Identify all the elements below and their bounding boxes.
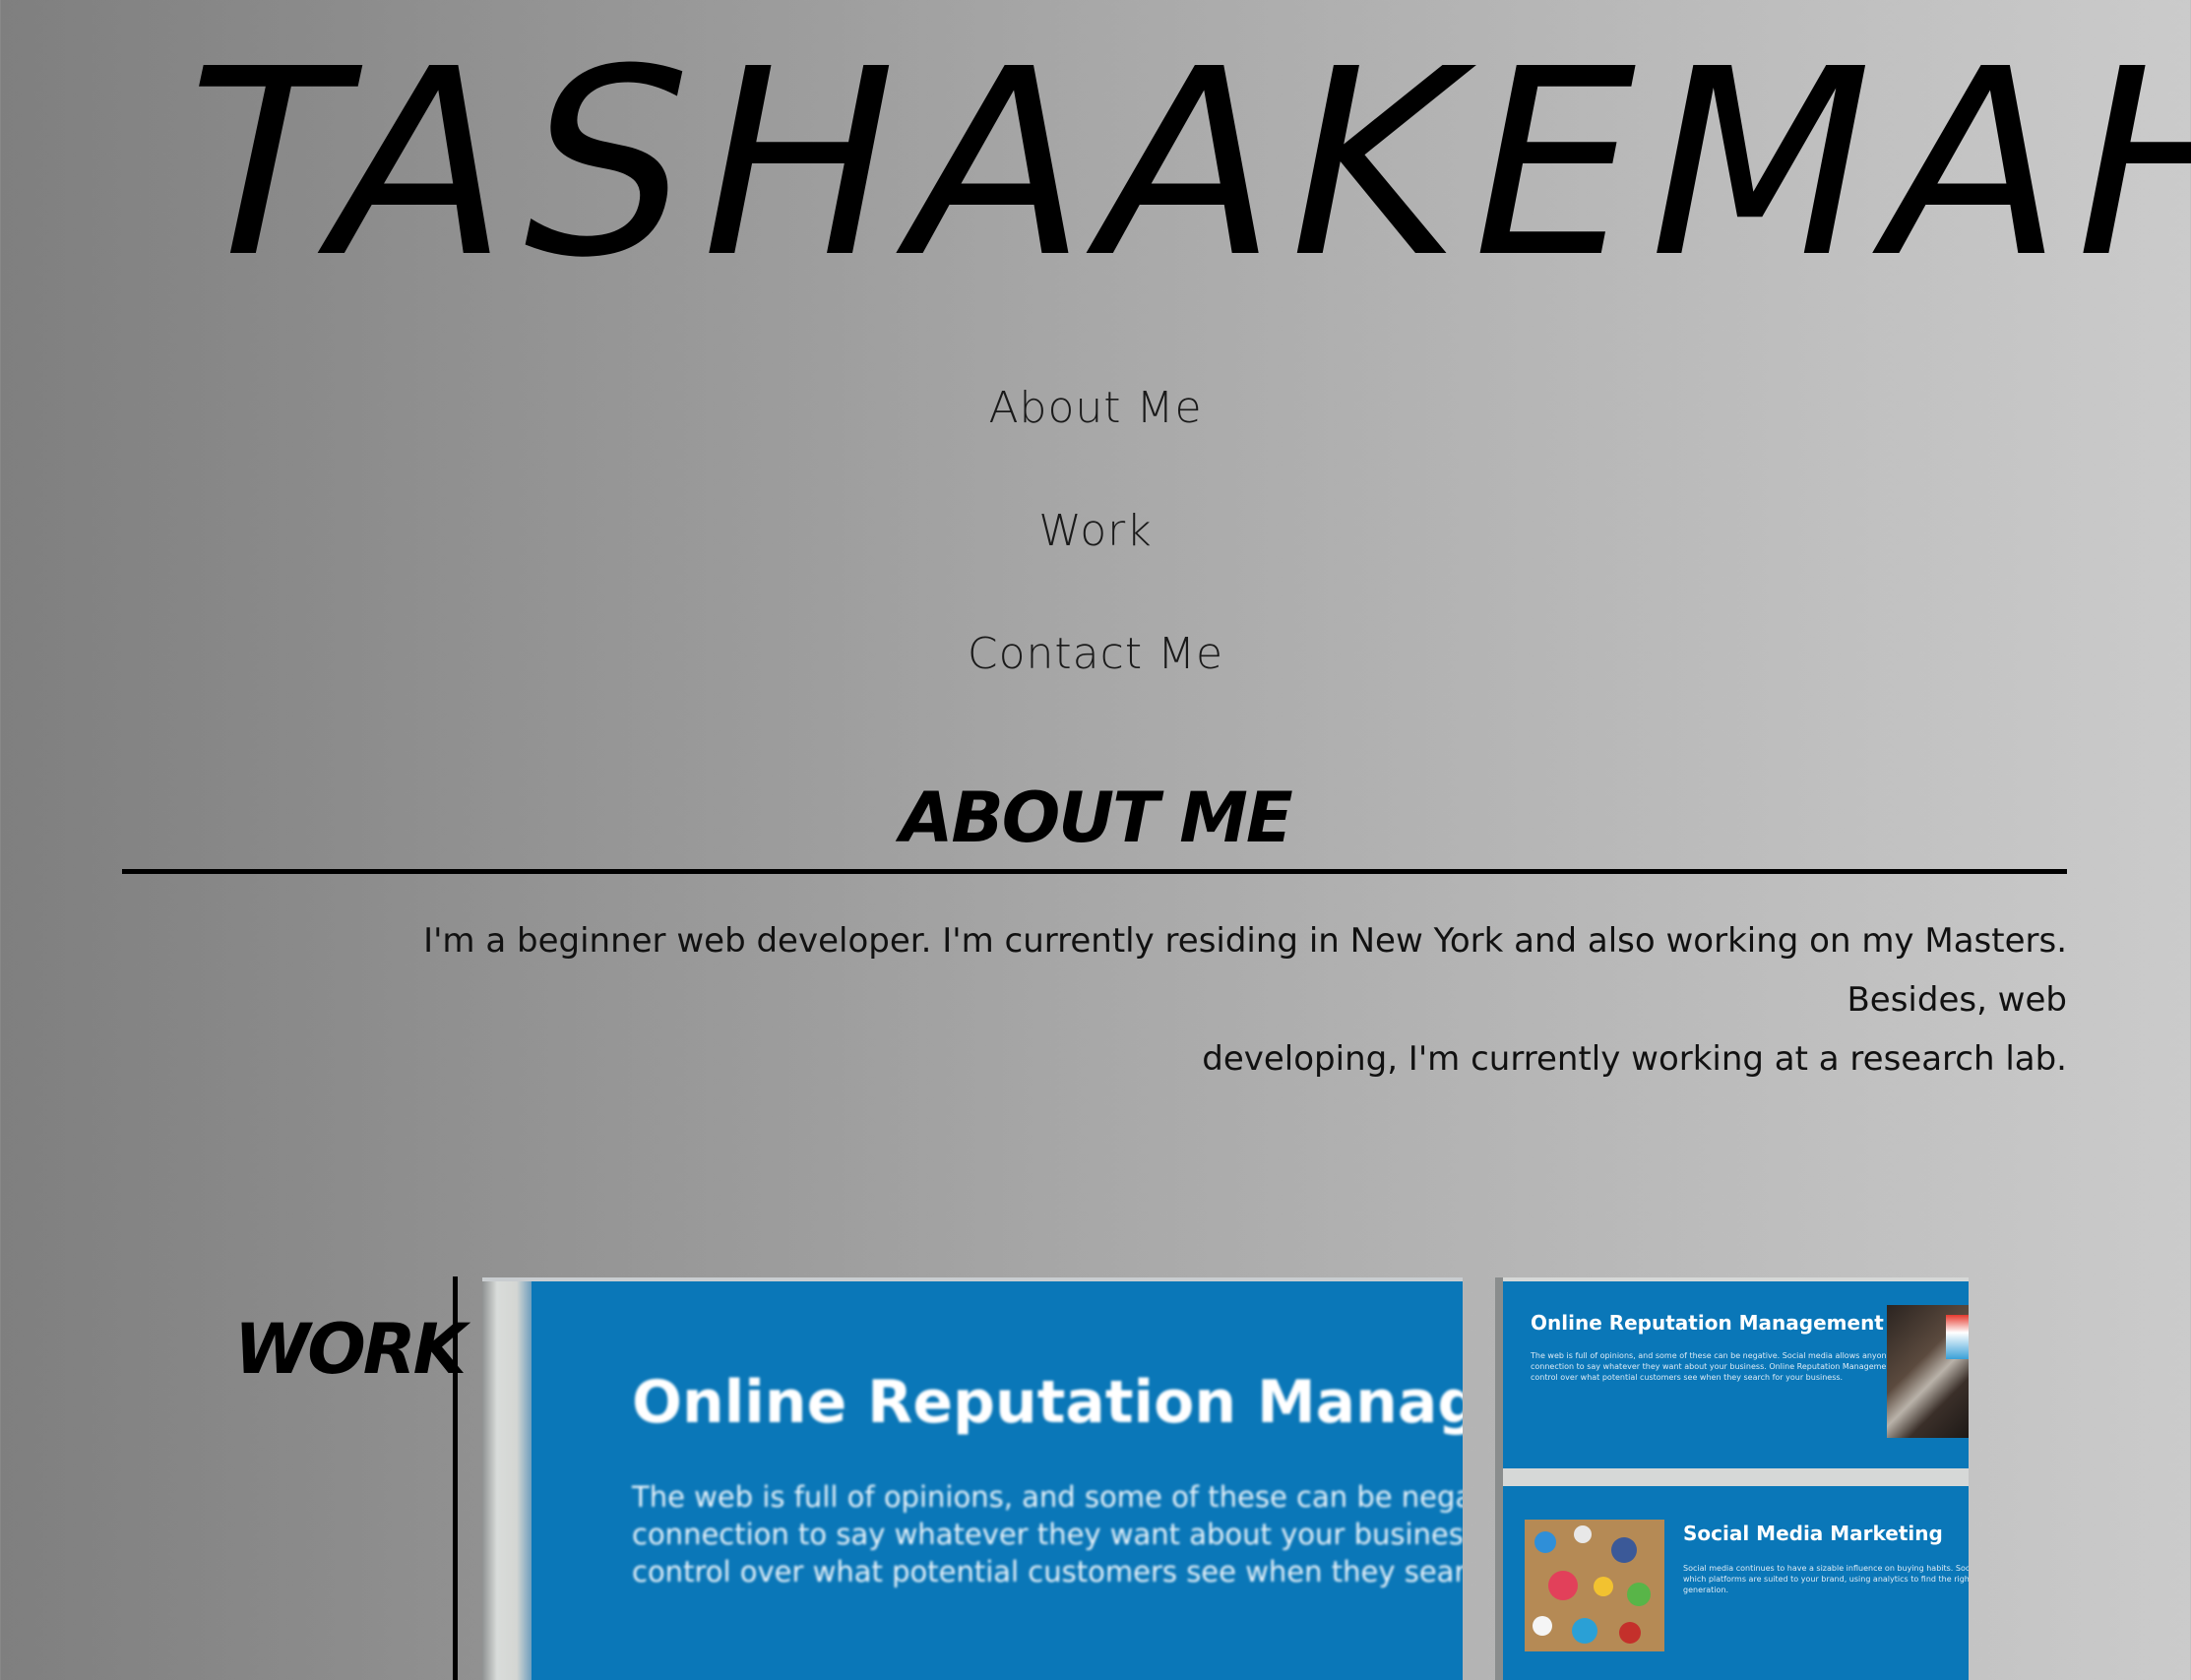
work-thumbnail-main[interactable]: Online Reputation Management The web is …	[482, 1277, 1463, 1680]
social-icon-dot	[1574, 1525, 1592, 1543]
work-divider	[453, 1276, 458, 1680]
social-icon-dot	[1533, 1616, 1552, 1636]
laptop-screen	[1946, 1315, 1969, 1359]
about-heading: ABOUT ME	[900, 778, 1292, 858]
social-icon-dot	[1619, 1622, 1641, 1644]
thumbnail-edge	[482, 1281, 532, 1680]
about-paragraph: I'm a beginner web developer. I'm curren…	[295, 911, 2067, 1089]
card-2-text-line-1: Social media continues to have a sizable…	[1683, 1564, 1969, 1573]
laptop-photo	[1887, 1305, 1969, 1438]
card-2-text-line-2: which platforms are suited to your brand…	[1683, 1575, 1969, 1584]
work-thumbnail-side[interactable]: Online Reputation Management The web is …	[1495, 1277, 1969, 1680]
main-nav: About Me Work Contact Me	[0, 379, 2191, 748]
card-1-title: Online Reputation Management	[1531, 1311, 1884, 1335]
about-text-line-1: I'm a beginner web developer. I'm curren…	[423, 921, 2067, 1020]
thumbnail-body-line-2: connection to say whatever they want abo…	[632, 1518, 1463, 1551]
nav-link-work[interactable]: Work	[0, 502, 2191, 625]
thumbnail-body: The web is full of opinions, and some of…	[632, 1478, 1463, 1590]
thumbnail-side-edge	[1495, 1277, 1503, 1680]
social-icon-dot	[1594, 1577, 1613, 1596]
logo-mirrored-letters: TAS	[151, 14, 734, 314]
about-divider	[122, 869, 2067, 874]
logo-mirrored-text: TAS	[152, 14, 734, 314]
nav-link-contact-me[interactable]: Contact Me	[0, 625, 2191, 748]
thumbnail-body-line-3: control over what potential customers se…	[632, 1555, 1463, 1588]
card-online-reputation: Online Reputation Management The web is …	[1503, 1281, 1969, 1468]
site-logo[interactable]: TAS HAAKEMAH	[152, 14, 2191, 314]
nav-link-about-me[interactable]: About Me	[0, 379, 2191, 502]
social-icon-dot	[1534, 1531, 1556, 1553]
social-icon-dot	[1572, 1618, 1597, 1644]
thumbnail-body-line-1: The web is full of opinions, and some of…	[632, 1480, 1463, 1514]
logo-main-text: HAAKEMAH	[702, 14, 2191, 314]
card-2-text-line-3: generation.	[1683, 1586, 1729, 1594]
social-icon-dot	[1627, 1583, 1651, 1606]
social-icon-dot	[1548, 1571, 1578, 1600]
thumbnail-heading: Online Reputation Management	[632, 1368, 1463, 1437]
about-text-line-2: developing, I'm currently working at a r…	[1202, 1039, 2067, 1079]
social-icon-dot	[1611, 1537, 1637, 1563]
work-heading: WORK	[234, 1309, 467, 1390]
card-2-title: Social Media Marketing	[1683, 1522, 1943, 1545]
card-2-text: Social media continues to have a sizable…	[1683, 1563, 1969, 1595]
social-icons-photo	[1525, 1520, 1664, 1651]
card-social-media: Social Media Marketing Social media cont…	[1503, 1486, 1969, 1680]
